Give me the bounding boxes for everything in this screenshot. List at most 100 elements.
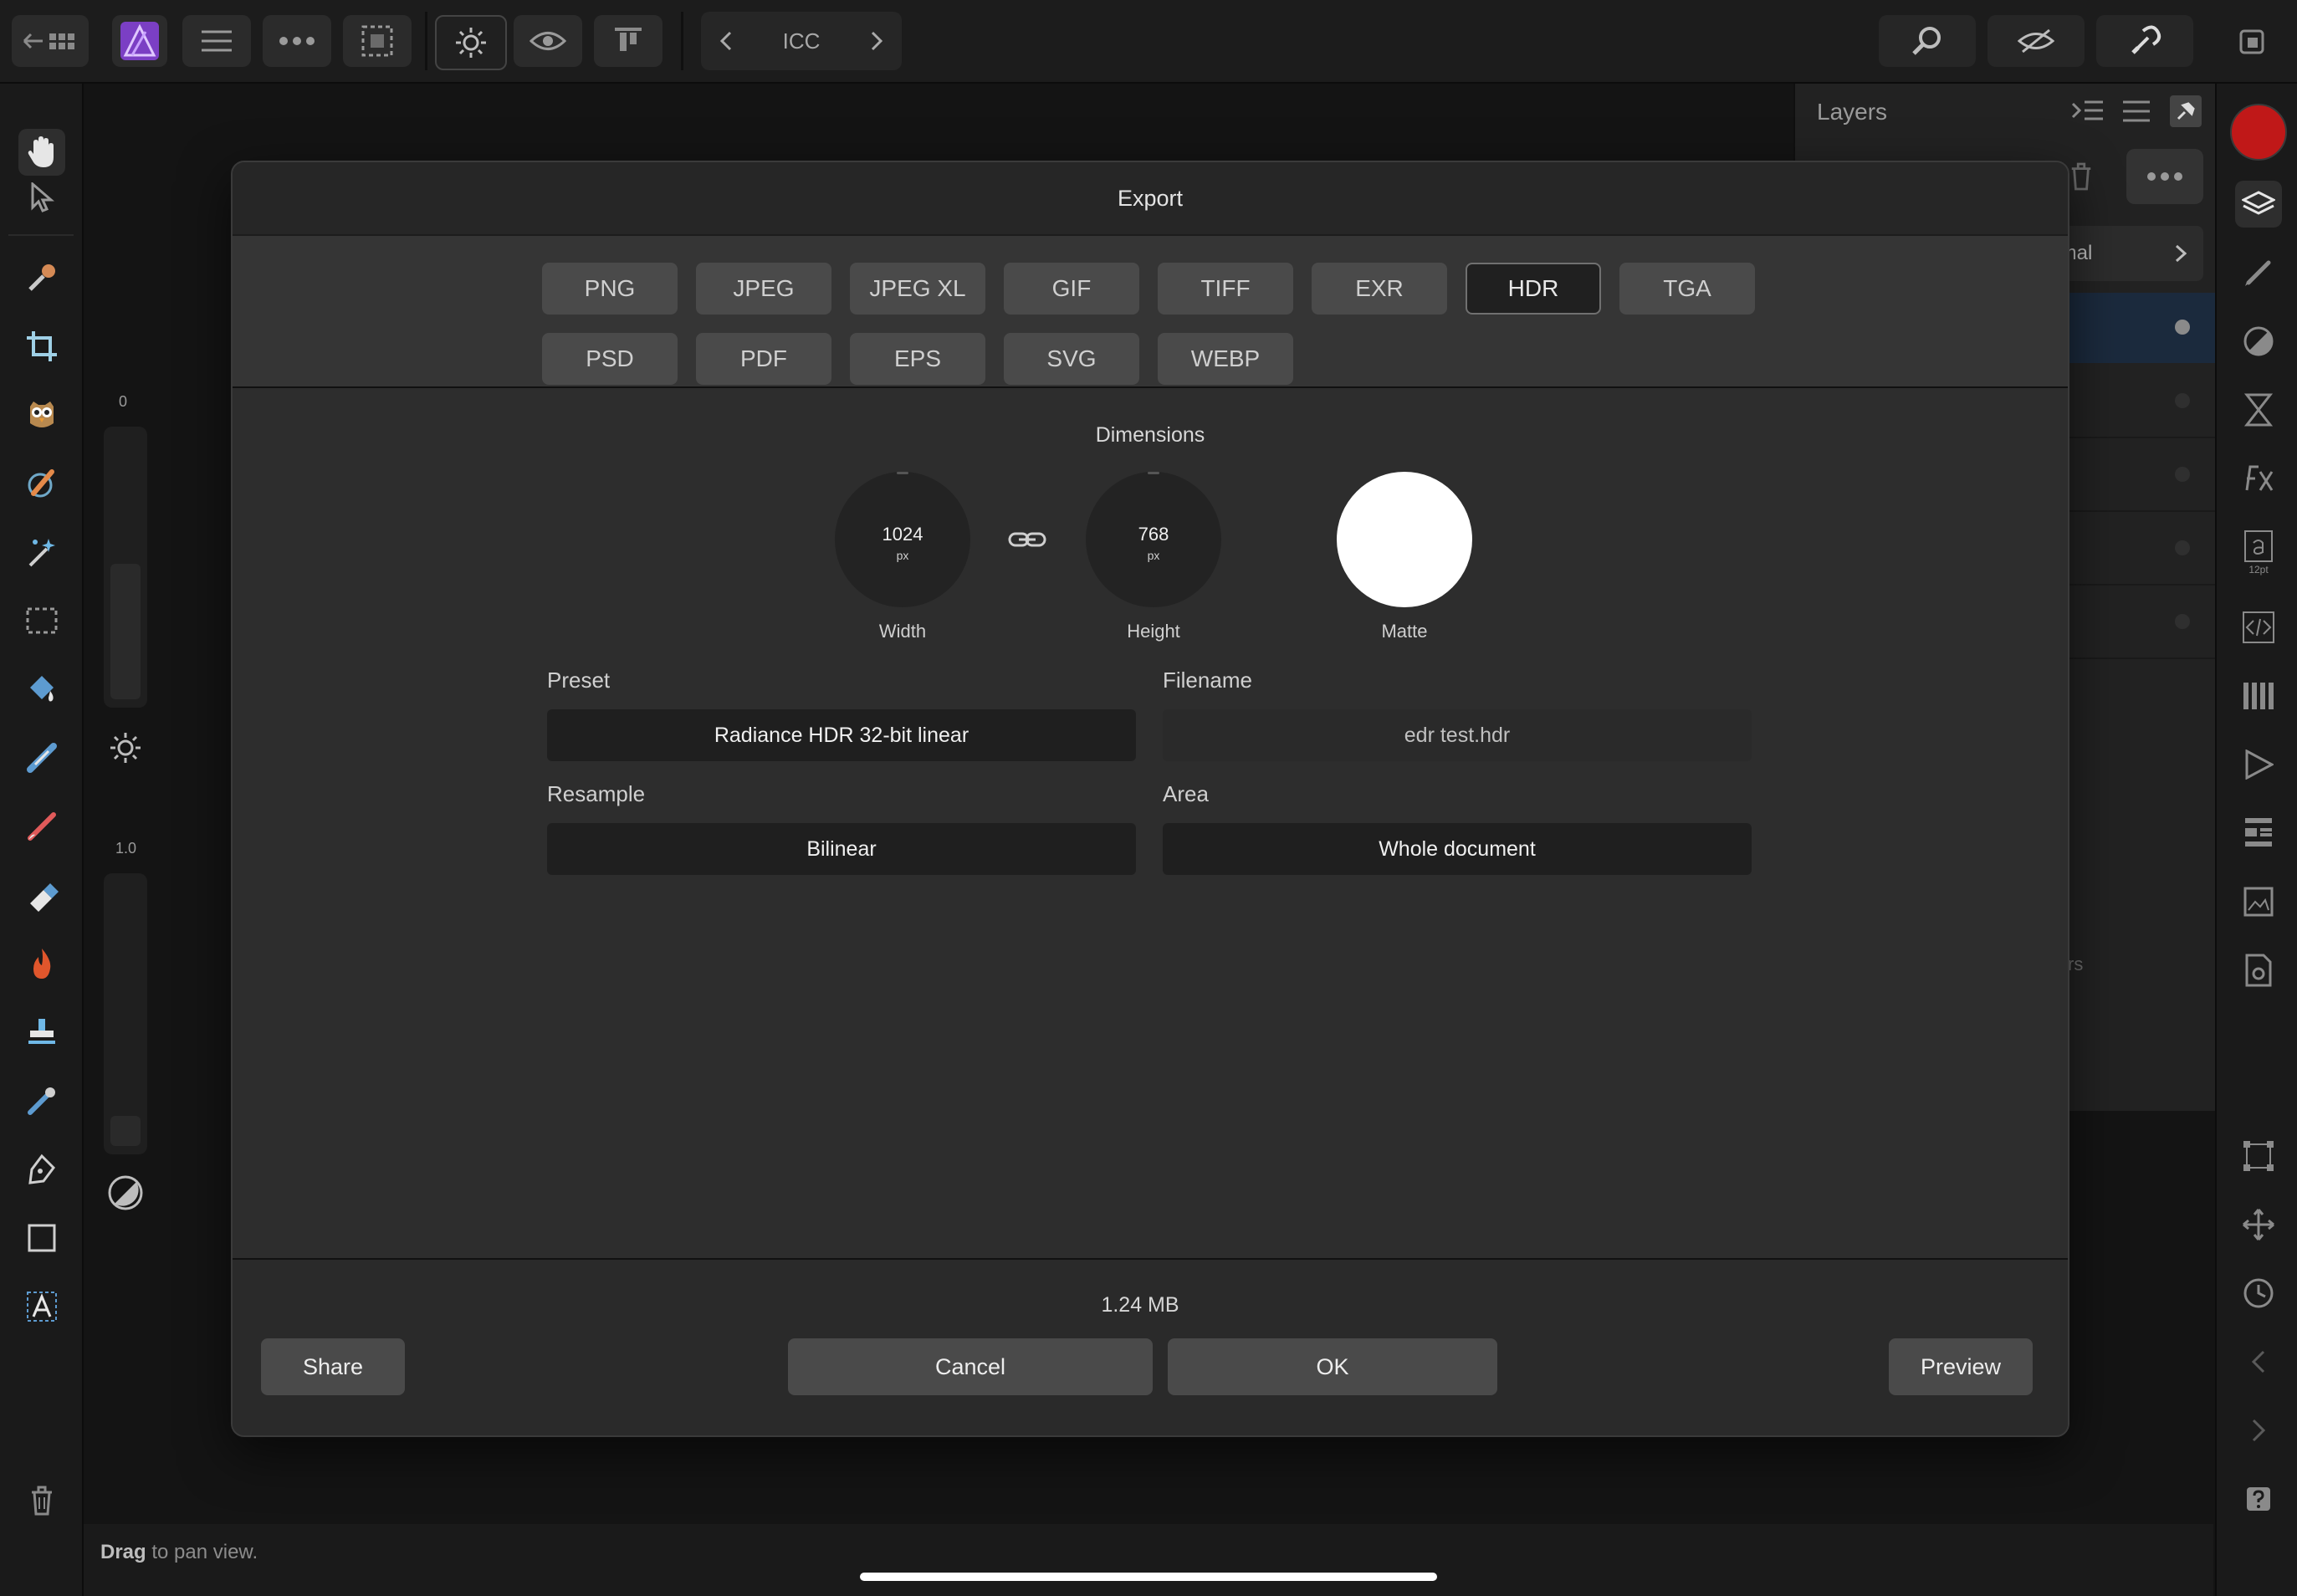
view-tool[interactable] <box>18 129 65 176</box>
marquee-tool[interactable] <box>18 597 65 644</box>
format-psd[interactable]: PSD <box>542 333 678 385</box>
panel-collapse-button[interactable] <box>2071 97 2105 127</box>
back-to-gallery-button[interactable] <box>12 15 89 67</box>
format-pdf[interactable]: PDF <box>696 333 831 385</box>
hand-icon <box>28 136 54 167</box>
refine-tool[interactable] <box>18 460 65 507</box>
move-arrows-button[interactable] <box>2235 1201 2282 1248</box>
format-webp[interactable]: WEBP <box>1158 333 1293 385</box>
chevron-right-icon <box>871 31 882 51</box>
history-studio-button[interactable] <box>2235 386 2282 433</box>
trash-icon <box>32 1486 52 1516</box>
crop-tool[interactable] <box>18 323 65 370</box>
more-options-button[interactable] <box>263 15 331 67</box>
layer-visibility-dot[interactable] <box>2175 540 2190 555</box>
persona-menu-button[interactable] <box>112 15 167 67</box>
color-picker-tool[interactable] <box>18 254 65 301</box>
layer-visibility-dot[interactable] <box>2175 467 2190 482</box>
layer-visibility-dot[interactable] <box>2175 393 2190 408</box>
home-indicator[interactable] <box>860 1573 1437 1581</box>
panel-menu-button[interactable] <box>2121 99 2151 125</box>
area-select[interactable]: Whole document <box>1163 823 1752 875</box>
selection-brush-tool[interactable] <box>18 391 65 438</box>
resample-select[interactable]: Bilinear <box>547 823 1136 875</box>
paint-brush-tool[interactable] <box>18 803 65 850</box>
shape-tool[interactable] <box>18 1215 65 1261</box>
selection-button[interactable] <box>343 15 412 67</box>
history-button[interactable] <box>2235 1270 2282 1317</box>
fx-studio-button[interactable] <box>2235 455 2282 502</box>
erase-tool[interactable] <box>18 872 65 918</box>
export-persona-button[interactable] <box>2235 25 2269 59</box>
settings-studio-button[interactable] <box>2235 947 2282 994</box>
text-styles-studio-button[interactable]: 12pt <box>2235 524 2282 582</box>
format-svg[interactable]: SVG <box>1004 333 1139 385</box>
healing-tool[interactable] <box>18 1077 65 1124</box>
magic-wand-tool[interactable] <box>18 529 65 575</box>
layer-visibility-dot[interactable] <box>2175 614 2190 629</box>
undo-button[interactable] <box>2235 1338 2282 1385</box>
matte-color-swatch[interactable] <box>1337 472 1472 607</box>
info-studio-button[interactable] <box>2235 878 2282 925</box>
pen-tool[interactable] <box>18 1146 65 1193</box>
format-tiff[interactable]: TIFF <box>1158 263 1293 315</box>
format-tga[interactable]: TGA <box>1619 263 1755 315</box>
format-hdr[interactable]: HDR <box>1466 263 1601 315</box>
view-button[interactable] <box>514 15 582 67</box>
redo-button[interactable] <box>2235 1407 2282 1454</box>
transform-button[interactable] <box>2235 1133 2282 1179</box>
preset-select[interactable]: Radiance HDR 32-bit linear <box>547 709 1136 761</box>
cancel-button[interactable]: Cancel <box>788 1338 1153 1395</box>
menu-button[interactable] <box>182 15 251 67</box>
clone-tool[interactable] <box>18 1009 65 1056</box>
macro-studio-button[interactable] <box>2235 604 2282 651</box>
format-jpeg[interactable]: JPEG <box>696 263 831 315</box>
channels-studio-button[interactable] <box>2235 673 2282 719</box>
gradient-tool[interactable] <box>18 734 65 781</box>
height-value: 768 <box>1138 524 1169 545</box>
brushes-studio-button[interactable] <box>2235 249 2282 296</box>
format-gif[interactable]: GIF <box>1004 263 1139 315</box>
chevron-right-icon <box>2175 244 2187 263</box>
text-tool[interactable] <box>18 1283 65 1330</box>
assistant-button[interactable] <box>2096 15 2193 67</box>
contrast-toggle[interactable] <box>104 1171 147 1215</box>
layers-studio-button[interactable] <box>2235 181 2282 228</box>
resample-label: Resample <box>547 781 646 806</box>
link-dimensions-toggle[interactable] <box>1007 530 1047 549</box>
format-exr[interactable]: EXR <box>1312 263 1447 315</box>
matte-label: Matte <box>1381 621 1428 642</box>
dial-tick <box>897 472 908 474</box>
burn-tool[interactable] <box>18 940 65 987</box>
opacity-slider[interactable] <box>104 873 147 1154</box>
format-png[interactable]: PNG <box>542 263 678 315</box>
height-dial[interactable]: 768 px <box>1086 472 1221 607</box>
ok-button[interactable]: OK <box>1168 1338 1497 1395</box>
navigator-studio-button[interactable] <box>2235 810 2282 857</box>
delete-button[interactable] <box>18 1477 65 1524</box>
layer-options-button[interactable] <box>2126 149 2203 204</box>
brightness-button[interactable] <box>435 15 507 70</box>
help-button[interactable] <box>2235 1476 2282 1522</box>
zoom-button[interactable] <box>1879 15 1976 67</box>
align-button[interactable] <box>594 15 662 67</box>
layer-visibility-dot[interactable] <box>2175 320 2190 335</box>
crop-icon <box>27 331 57 361</box>
adjustments-studio-button[interactable] <box>2235 318 2282 365</box>
format-jpeg-xl[interactable]: JPEG XL <box>850 263 985 315</box>
width-dial[interactable]: 1024 px <box>835 472 970 607</box>
preview-button[interactable]: Preview <box>1889 1338 2033 1395</box>
filename-input[interactable]: edr test.hdr <box>1163 709 1752 761</box>
icc-previous-button[interactable] <box>701 12 751 70</box>
color-swatch[interactable] <box>2230 104 2287 161</box>
share-button[interactable]: Share <box>261 1338 405 1395</box>
format-eps[interactable]: EPS <box>850 333 985 385</box>
move-tool[interactable] <box>18 174 65 221</box>
panel-pin-button[interactable] <box>2170 95 2202 127</box>
snapping-button[interactable] <box>1987 15 2085 67</box>
flood-fill-tool[interactable] <box>18 666 65 713</box>
marquee-icon <box>361 25 393 57</box>
stock-studio-button[interactable] <box>2235 741 2282 788</box>
icc-next-button[interactable] <box>852 12 902 70</box>
brush-size-slider[interactable] <box>104 427 147 708</box>
